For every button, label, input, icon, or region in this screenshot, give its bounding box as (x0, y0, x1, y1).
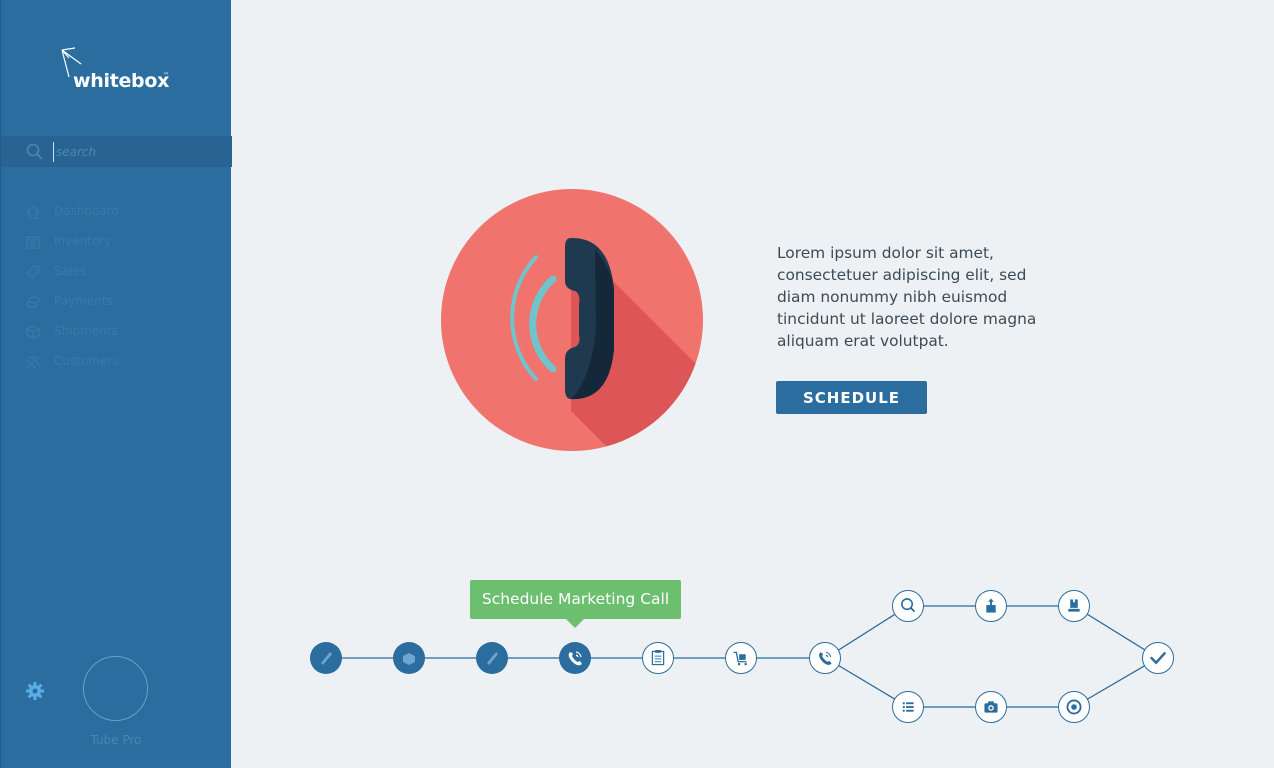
phone-icon (568, 651, 582, 666)
user-name: Tube Pro (90, 733, 142, 747)
workflow-step-3[interactable] (476, 642, 508, 674)
search-input[interactable] (53, 142, 223, 162)
sidebar-item-label: Sales (54, 264, 86, 278)
workflow-step-6[interactable] (725, 642, 757, 674)
box-icon (403, 653, 415, 665)
cart-icon (733, 651, 747, 666)
sidebar-item-inventory[interactable]: Inventory (1, 227, 232, 257)
calendar-icon (26, 236, 40, 249)
pencil-icon (487, 652, 498, 665)
workflow-step-8[interactable] (892, 590, 924, 622)
tooltip-arrow (565, 618, 585, 628)
home-icon (26, 205, 40, 219)
upload-icon (986, 598, 996, 613)
sidebar-item-shipments[interactable]: Shipments (1, 317, 232, 347)
phone-icon (510, 237, 703, 451)
sidebar-item-label: Payments (54, 294, 113, 308)
logo-trademark: ™ (163, 72, 169, 79)
step-tooltip: Schedule Marketing Call (470, 580, 681, 619)
sidebar-item-label: Shipments (54, 324, 118, 338)
hero-illustration (441, 189, 703, 451)
schedule-button[interactable]: SCHEDULE (776, 381, 927, 414)
workflow-step-2[interactable] (393, 642, 425, 674)
clipboard-icon (651, 650, 665, 666)
gear-icon[interactable] (25, 681, 45, 701)
workflow-step-5[interactable] (642, 642, 674, 674)
workflow-step-12[interactable] (975, 691, 1007, 723)
camera-icon (984, 701, 998, 713)
workflow-step-9[interactable] (975, 590, 1007, 622)
phone-icon (819, 651, 832, 665)
tag-icon (26, 265, 40, 279)
sidebar-item-payments[interactable]: Payments (1, 287, 232, 317)
sidebar-item-sales[interactable]: Sales (1, 257, 232, 287)
avatar[interactable] (83, 656, 148, 721)
sidebar-item-label: Dashboard (54, 204, 120, 218)
workflow-step-1[interactable] (310, 642, 342, 674)
workflow-step-11[interactable] (892, 691, 924, 723)
sidebar-item-label: Inventory (54, 234, 112, 248)
sidebar-nav: Dashboard Inventory Sales Payments Shipm… (1, 197, 232, 377)
search-icon (26, 143, 43, 160)
workflow-step-14[interactable] (1142, 642, 1174, 674)
sidebar-item-label: Customers (54, 354, 119, 368)
sidebar: whitebox ™ Dashboard Inventory (0, 0, 232, 768)
target-icon (1066, 699, 1082, 715)
pencil-icon (321, 652, 332, 665)
whitebox-logo[interactable]: whitebox ™ (59, 46, 179, 96)
workflow-step-13[interactable] (1058, 691, 1090, 723)
box-icon (25, 325, 41, 339)
users-icon (25, 356, 41, 369)
sidebar-item-customers[interactable]: Customers (1, 347, 232, 377)
logo-text: whitebox (73, 70, 170, 92)
search-icon (901, 598, 916, 613)
description-text: Lorem ipsum dolor sit amet, consectetuer… (777, 244, 1037, 350)
workflow-step-10[interactable] (1058, 590, 1090, 622)
workflow-step-7[interactable] (809, 642, 841, 674)
search-bar (1, 136, 232, 167)
list-icon (902, 702, 914, 712)
coins-icon (26, 296, 40, 308)
package-icon (1068, 599, 1080, 612)
check-icon (1150, 652, 1166, 665)
workflow-step-4-current[interactable] (559, 642, 591, 674)
sidebar-item-dashboard[interactable]: Dashboard (1, 197, 232, 227)
